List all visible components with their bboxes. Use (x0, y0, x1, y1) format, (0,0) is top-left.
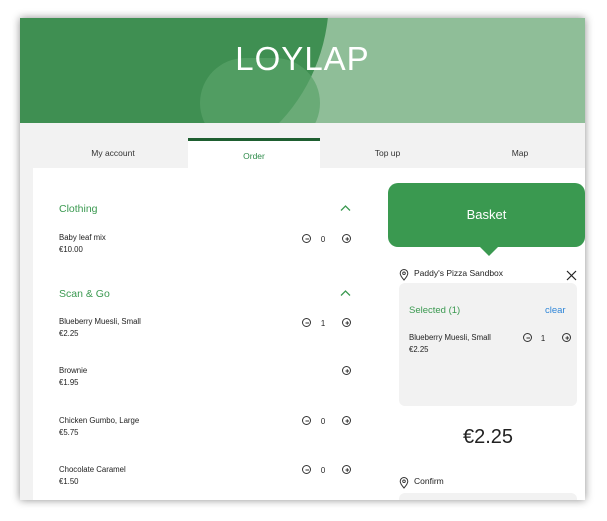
close-icon[interactable] (566, 268, 577, 281)
item-name: Baby leaf mix (59, 233, 106, 242)
store-name: Paddy's Pizza Sandbox (414, 268, 504, 278)
tab-top-up[interactable]: Top up (345, 138, 430, 168)
plus-icon[interactable] (562, 333, 571, 342)
item-qty: 0 (320, 417, 326, 426)
minus-icon[interactable] (302, 416, 311, 425)
minus-icon[interactable] (523, 333, 532, 342)
tab-bar: My account Order Top up Map (20, 138, 585, 168)
basket-header: Basket (388, 183, 585, 247)
item-qty: 0 (320, 235, 326, 244)
hero-banner: LOYLAP (20, 18, 585, 123)
location-pin-icon (399, 476, 409, 489)
collapse-chevron-icon[interactable] (340, 289, 351, 299)
basket-panel: Basket Paddy's Pizza Sandbox Selected (1… (388, 168, 585, 500)
minus-icon[interactable] (302, 318, 311, 327)
confirm-section[interactable] (399, 493, 577, 500)
minus-icon[interactable] (302, 465, 311, 474)
plus-icon[interactable] (342, 234, 351, 243)
item-price: €2.25 (59, 329, 79, 338)
item-name: Chocolate Caramel (59, 465, 126, 474)
clear-button[interactable]: clear (545, 305, 566, 316)
basket-item-price: €2.25 (409, 345, 429, 354)
item-price: €1.50 (59, 477, 79, 486)
basket-pointer (480, 247, 498, 256)
brand-logo-text: LOYLAP (235, 40, 370, 77)
plus-icon[interactable] (342, 366, 351, 375)
collapse-chevron-icon[interactable] (340, 204, 351, 214)
item-name: Blueberry Muesli, Small (59, 317, 141, 326)
plus-icon[interactable] (342, 465, 351, 474)
item-qty: 1 (320, 319, 326, 328)
item-price: €5.75 (59, 428, 79, 437)
tab-order[interactable]: Order (188, 138, 320, 168)
app-window: LOYLAP My account Order Top up Map Cloth… (20, 18, 585, 500)
plus-icon[interactable] (342, 318, 351, 327)
category-title: Scan & Go (59, 288, 110, 300)
item-name: Brownie (59, 366, 88, 375)
plus-icon[interactable] (342, 416, 351, 425)
tab-my-account[interactable]: My account (68, 138, 158, 168)
category-title: Clothing (59, 203, 98, 215)
menu-list: Clothing Baby leaf mix €10.00 0 Scan & G… (33, 168, 389, 500)
confirm-label: Confirm (414, 476, 444, 486)
selected-items-box: Selected (1) clear Blueberry Muesli, Sma… (399, 283, 577, 406)
basket-item-name: Blueberry Muesli, Small (409, 333, 491, 342)
item-qty: 0 (320, 466, 326, 475)
selected-count: Selected (1) (409, 305, 461, 316)
basket-total: €2.25 (462, 426, 514, 448)
basket-item-qty: 1 (540, 334, 546, 343)
item-name: Chicken Gumbo, Large (59, 416, 140, 425)
item-price: €10.00 (59, 245, 83, 254)
item-price: €1.95 (59, 378, 79, 387)
location-pin-icon (399, 268, 409, 281)
tab-map[interactable]: Map (480, 138, 560, 168)
minus-icon[interactable] (302, 234, 311, 243)
